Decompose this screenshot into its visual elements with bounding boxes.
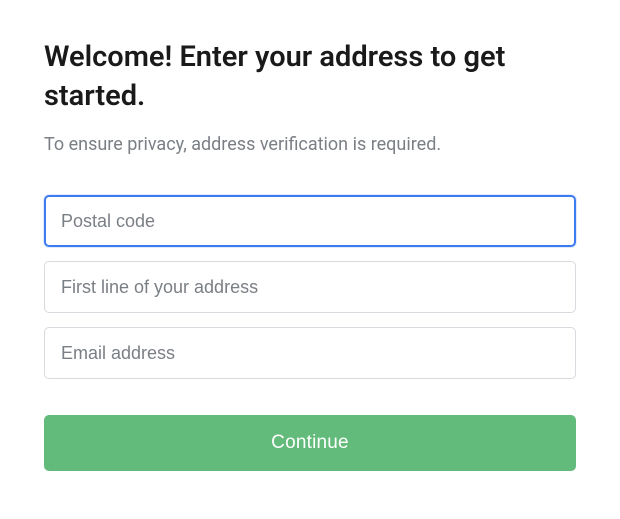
email-input[interactable] — [44, 327, 576, 379]
continue-button[interactable]: Continue — [44, 415, 576, 471]
address-line1-input[interactable] — [44, 261, 576, 313]
page-title: Welcome! Enter your address to get start… — [44, 38, 576, 116]
postal-code-input[interactable] — [44, 195, 576, 247]
page-subtitle: To ensure privacy, address verification … — [44, 134, 576, 155]
